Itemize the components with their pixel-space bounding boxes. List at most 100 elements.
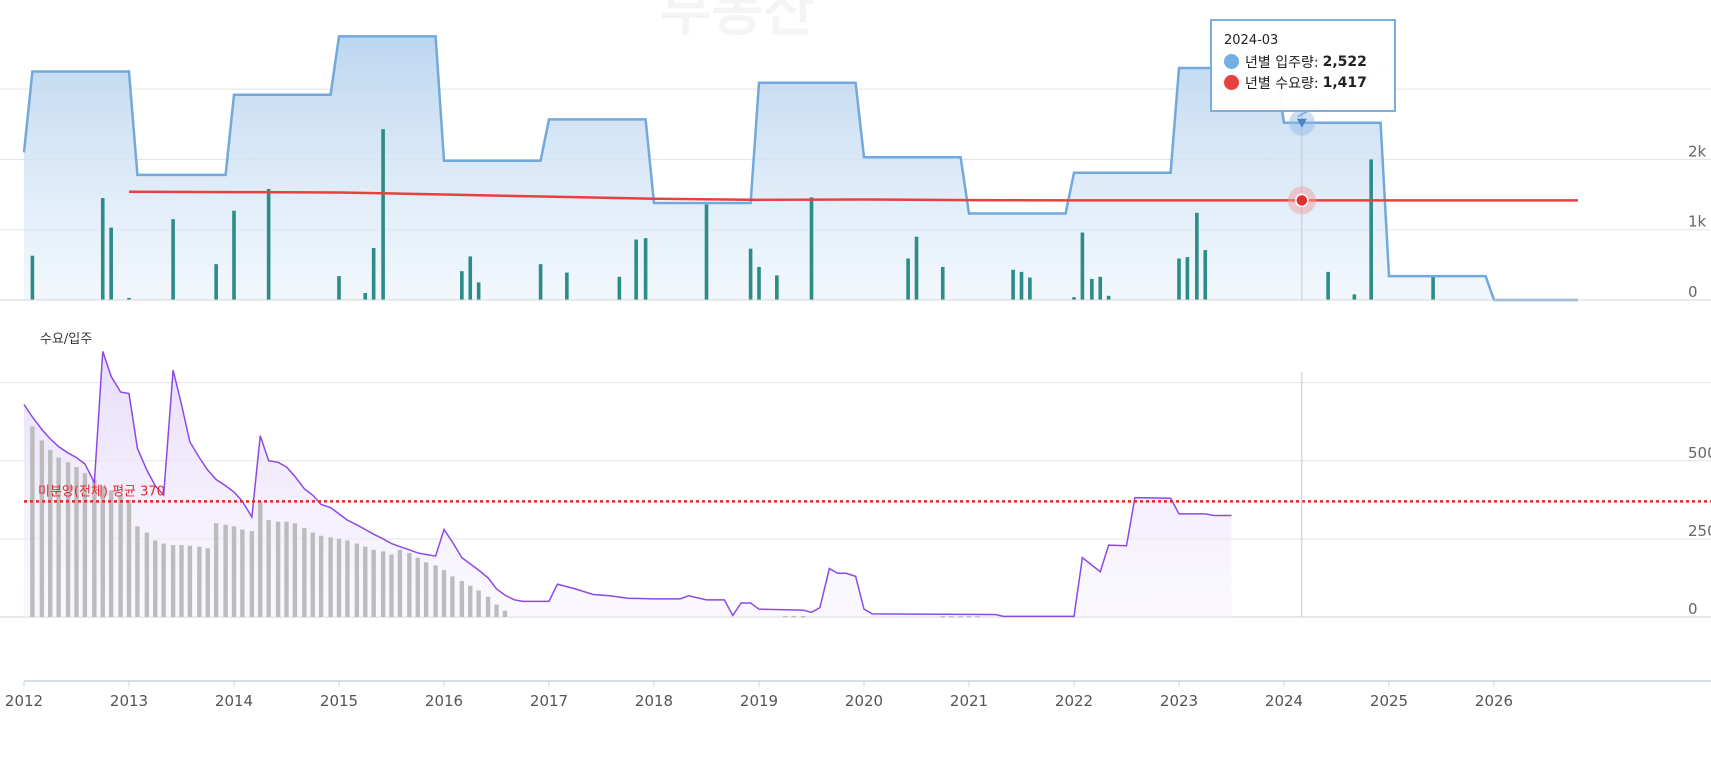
unsold-bar [284, 521, 289, 617]
unsold-bar [354, 543, 360, 617]
unsold-bar [371, 549, 376, 617]
monthly-supply-bar [538, 264, 543, 300]
monthly-supply-bar [906, 258, 910, 300]
unsold-bar [223, 524, 228, 617]
monthly-supply-bar [1098, 276, 1103, 300]
monthly-supply-bar [109, 227, 113, 300]
monthly-supply-bar [214, 264, 218, 300]
demand-legend-dot [1224, 75, 1239, 90]
unsold-bar [56, 457, 61, 617]
x-tick-label: 2017 [530, 692, 568, 710]
unsold-bar [363, 546, 368, 617]
y-axis-ticks: 0 1k 2k 0 250 500 [1688, 142, 1711, 618]
watermark-text: 부동산 [660, 0, 815, 44]
bottom-y-tick-label: 250 [1688, 522, 1711, 540]
unsold-bar [948, 616, 954, 618]
bottom-panel-label: 수요/입주 [40, 332, 92, 347]
monthly-supply-bar [1431, 276, 1435, 300]
monthly-supply-bar [1326, 271, 1330, 300]
unsold-bar [975, 616, 980, 618]
top-y-tick-label: 1k [1688, 213, 1707, 231]
unsold-bar [310, 532, 315, 617]
tooltip-demand-row: 년별 수요량: 1,417 [1224, 72, 1382, 93]
unsold-bar [275, 521, 281, 617]
unsold-bar [468, 585, 473, 617]
unsold-bar [940, 616, 945, 618]
unsold-bar [39, 440, 45, 617]
unsold-bar [389, 554, 394, 617]
monthly-supply-bar [914, 236, 919, 300]
unsold-bar [108, 490, 114, 617]
unsold-bar [187, 545, 193, 617]
x-tick-label: 2019 [740, 692, 778, 710]
monthly-supply-bar [940, 266, 945, 300]
hover-tooltip: 2024-03 년별 입주량: 2,522 년별 수요량: 1,417 [1210, 19, 1396, 112]
unsold-bar [336, 538, 342, 617]
unsold-bar [249, 531, 255, 617]
x-tick-label: 2023 [1160, 692, 1198, 710]
tooltip-demand-value: 1,417 [1322, 74, 1367, 91]
unsold-bar [345, 540, 350, 617]
x-axis-ticks: 2012 2013 2014 2015 2016 2017 2018 2019 2020 2021… [5, 681, 1513, 710]
x-tick-label: 2013 [110, 692, 148, 710]
monthly-supply-bar [363, 292, 368, 300]
monthly-supply-bar [381, 129, 385, 300]
unsold-bar [783, 616, 788, 618]
monthly-supply-bar [1019, 271, 1024, 300]
unsold-bar [153, 540, 158, 617]
unsold-bar [48, 449, 53, 617]
monthly-supply-bar [809, 197, 814, 300]
unsold-bar [266, 520, 271, 617]
x-tick-label: 2026 [1475, 692, 1513, 710]
monthly-supply-bar [337, 276, 341, 300]
monthly-supply-bar [460, 271, 464, 300]
x-tick-label: 2012 [5, 692, 43, 710]
unsold-bar [407, 552, 412, 617]
unsold-bar [441, 570, 447, 617]
unsold-bar [231, 526, 237, 617]
top-y-tick-label: 0 [1688, 283, 1698, 301]
bottom-y-tick-label: 0 [1688, 600, 1698, 618]
tooltip-supply-value: 2,522 [1322, 53, 1367, 70]
unsold-bar [397, 549, 403, 617]
x-tick-label: 2022 [1055, 692, 1093, 710]
unsold-bar [966, 616, 972, 618]
demand-hover-marker [1295, 193, 1309, 208]
monthly-supply-bar [100, 198, 105, 300]
x-tick-label: 2024 [1265, 692, 1303, 710]
unsold-bar [423, 562, 429, 617]
monthly-supply-bar [1177, 258, 1181, 300]
monthly-supply-bar [1106, 295, 1111, 300]
monthly-supply-bar [1080, 232, 1085, 300]
unsold-area-fill [24, 351, 1232, 617]
tooltip-supply-row: 년별 입주량: 2,522 [1224, 51, 1382, 72]
unsold-bar [800, 616, 806, 618]
monthly-supply-bar [266, 188, 271, 300]
monthly-supply-bar [1185, 257, 1190, 300]
unsold-bar [258, 501, 263, 617]
x-tick-label: 2016 [425, 692, 463, 710]
monthly-supply-bar [1195, 212, 1199, 300]
x-tick-label: 2021 [950, 692, 988, 710]
tooltip-date: 2024-03 [1224, 33, 1279, 48]
unsold-bar [100, 485, 105, 617]
x-tick-label: 2014 [215, 692, 253, 710]
monthly-supply-bar [30, 255, 35, 300]
x-tick-label: 2020 [845, 692, 883, 710]
tooltip-supply-label: 년별 입주량: [1245, 54, 1319, 71]
unsold-bar [380, 551, 386, 617]
unsold-bar [179, 545, 184, 617]
monthly-supply-bar [171, 219, 175, 300]
monthly-supply-bar [468, 256, 473, 300]
monthly-supply-bar [476, 282, 481, 300]
unsold-bar [459, 581, 465, 617]
top-y-tick-label: 2k [1688, 142, 1707, 160]
monthly-supply-bar [565, 272, 569, 300]
unsold-bar [791, 616, 796, 618]
x-tick-label: 2018 [635, 692, 673, 710]
unsold-bar [126, 499, 132, 617]
unsold-bar [144, 532, 150, 617]
unsold-bar [213, 523, 219, 617]
monthly-supply-bar [634, 239, 638, 300]
supply-legend-dot [1224, 54, 1239, 69]
